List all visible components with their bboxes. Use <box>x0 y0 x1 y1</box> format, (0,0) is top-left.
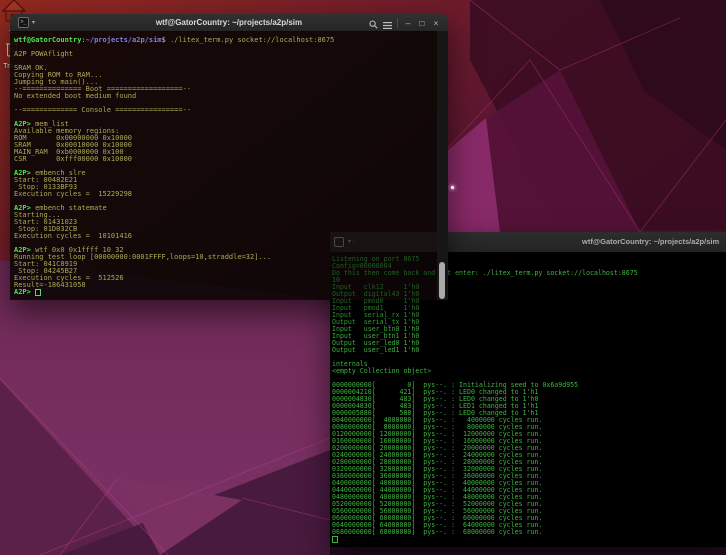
search-button[interactable] <box>366 16 380 29</box>
hamburger-menu-icon <box>383 22 392 29</box>
terminal-line: Start: 00482E21 <box>14 177 448 184</box>
terminal-line: A2P> embench statemate <box>14 205 448 212</box>
scrollbar-track[interactable] <box>437 31 448 300</box>
terminal-line: Starting... <box>14 212 448 219</box>
terminal-line: <empty Collection object> <box>332 368 726 375</box>
terminal-line <box>14 114 448 121</box>
terminal-line: A2P> embench slre <box>14 170 448 177</box>
mouse-cursor <box>451 186 454 189</box>
terminal-line: Start: 041C8919 <box>14 261 448 268</box>
terminal-profile-chip[interactable]: >_ ▾ <box>18 17 35 28</box>
terminal-line: A2P> <box>14 289 448 296</box>
chevron-down-icon: ▾ <box>32 19 35 26</box>
headerbar-separator <box>397 18 398 28</box>
terminal-line: No extended boot medium found <box>14 93 448 100</box>
terminal-line: Start: 01431023 <box>14 219 448 226</box>
terminal-line <box>14 58 448 65</box>
menu-button[interactable] <box>380 17 394 29</box>
minimize-button[interactable]: – <box>401 15 415 31</box>
terminal-line: Execution cycles = 15229298 <box>14 191 448 198</box>
terminal-line <box>332 354 726 361</box>
maximize-button[interactable]: □ <box>415 15 429 31</box>
terminal-line: A2P POWAflight <box>14 51 448 58</box>
terminal-app-icon: >_ <box>18 17 29 28</box>
front-terminal-output[interactable]: wtf@GatorCountry:~/projects/a2p/sim$ ./l… <box>10 31 448 300</box>
front-terminal-window[interactable]: wtf@GatorCountry: ~/projects/a2p/sim >_ … <box>10 14 448 300</box>
scrollbar-handle[interactable] <box>439 262 445 299</box>
back-window-title: wtf@GatorCountry: ~/projects/a2p/sim <box>582 232 719 252</box>
terminal-line: 0680000000[ 68000000] pys--. : 68000000 … <box>332 529 726 536</box>
text-cursor <box>35 289 41 296</box>
terminal-line: Output user_led1 1'h0 <box>332 347 726 354</box>
terminal-line: Result=-186431058 <box>14 282 448 289</box>
terminal-line: --============= Console ================… <box>14 107 448 114</box>
search-icon <box>369 20 378 29</box>
terminal-line: CSR 0xfff00000 0x10000 <box>14 156 448 163</box>
close-button[interactable]: × <box>429 15 443 31</box>
terminal-line <box>332 536 726 543</box>
text-cursor <box>332 536 338 543</box>
terminal-line <box>14 44 448 51</box>
terminal-line: wtf@GatorCountry:~/projects/a2p/sim$ ./l… <box>14 37 448 44</box>
terminal-line: Running test loop [00000000:0001FFFF,loo… <box>14 254 448 261</box>
terminal-line: Execution cycles = 10101416 <box>14 233 448 240</box>
front-terminal-headerbar[interactable]: wtf@GatorCountry: ~/projects/a2p/sim >_ … <box>10 14 448 32</box>
